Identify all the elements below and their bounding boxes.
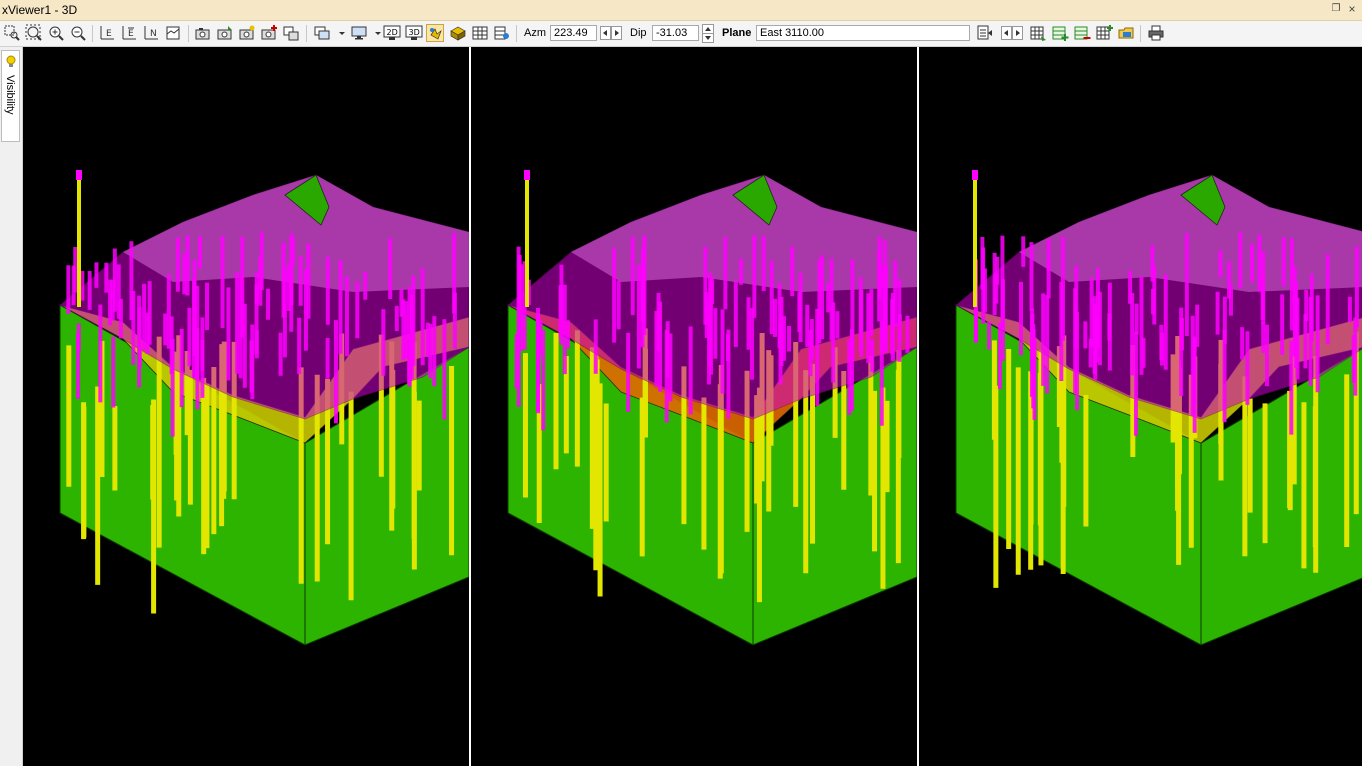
windows-layout-icon[interactable] [313, 24, 331, 42]
lightbulb-icon [6, 55, 16, 67]
block-model-icon[interactable] [449, 24, 467, 42]
drillhole-collar [524, 170, 530, 180]
plane-stepper[interactable] [1001, 26, 1023, 40]
camera-layout-icon[interactable] [282, 24, 300, 42]
plane-list-icon[interactable] [976, 24, 994, 42]
dip-input[interactable]: -31.03 [652, 25, 699, 41]
window-title: xViewer1 - 3D [2, 3, 78, 17]
dip-stepper[interactable] [702, 24, 714, 43]
view-2d-label: 2D [387, 28, 398, 37]
toolbar-separator [516, 25, 517, 42]
drillhole-collar [76, 170, 82, 180]
plane-label: Plane [722, 27, 752, 39]
axis-n-icon[interactable]: N [142, 24, 160, 42]
svg-text:E: E [128, 29, 134, 39]
chevron-down-icon[interactable] [333, 24, 345, 42]
grid-plus-icon[interactable] [1095, 24, 1113, 42]
zoom-extents-icon[interactable] [25, 24, 43, 42]
viewport-left[interactable] [23, 47, 469, 766]
grid-icon[interactable] [471, 24, 489, 42]
monitor-icon[interactable] [350, 24, 368, 42]
grid-remove-icon[interactable] [1073, 24, 1091, 42]
visibility-tab-label: Visibility [4, 75, 16, 115]
plane-input[interactable]: East 3110.00 [756, 25, 970, 41]
grid-edit-icon[interactable] [1029, 24, 1047, 42]
folder-layers-icon[interactable] [1117, 24, 1135, 42]
toolbar-separator [188, 25, 189, 42]
view-3d-button[interactable]: 3D [405, 24, 423, 42]
svg-text:N: N [150, 29, 157, 39]
svg-text:E: E [106, 29, 112, 39]
visibility-tab[interactable]: Visibility [1, 50, 20, 142]
azimuth-input[interactable]: 223.49 [550, 25, 597, 41]
viewport-right[interactable] [919, 47, 1362, 766]
grid-settings-icon[interactable] [493, 24, 511, 42]
close-window-icon[interactable]: × [1346, 3, 1358, 15]
axis-e-alt-icon[interactable]: E [120, 24, 138, 42]
chevron-down-icon[interactable] [369, 24, 381, 42]
zoom-in-icon[interactable] [47, 24, 65, 42]
sidebar: Visibility [0, 47, 23, 766]
toolbar-separator [306, 25, 307, 42]
section-view-icon[interactable] [164, 24, 182, 42]
pan-rotate-tool-icon[interactable] [426, 24, 444, 42]
camera-load-icon[interactable] [238, 24, 256, 42]
zoom-window-icon[interactable] [3, 24, 21, 42]
azimuth-label: Azm [524, 27, 546, 39]
axis-e-icon[interactable]: E [98, 24, 116, 42]
camera-icon[interactable] [194, 24, 212, 42]
toolbar-separator [1140, 25, 1141, 42]
drillhole-collar [972, 170, 978, 180]
grid-add-icon[interactable] [1051, 24, 1069, 42]
print-icon[interactable] [1147, 24, 1165, 42]
camera-add-icon[interactable] [260, 24, 278, 42]
view-2d-button[interactable]: 2D [383, 24, 401, 42]
camera-save-icon[interactable] [216, 24, 234, 42]
toolbar-separator [92, 25, 93, 42]
dip-label: Dip [630, 27, 647, 39]
viewport-center[interactable] [471, 47, 917, 766]
zoom-out-icon[interactable] [69, 24, 87, 42]
toolbar: E E N 2D 3D Azm 223.49 Dip -31.03 Plane … [0, 21, 1362, 47]
view-3d-label: 3D [409, 28, 420, 37]
window-titlebar: xViewer1 - 3D ❐ × [0, 0, 1362, 21]
restore-window-icon[interactable]: ❐ [1330, 3, 1342, 15]
azimuth-stepper[interactable] [600, 26, 622, 40]
